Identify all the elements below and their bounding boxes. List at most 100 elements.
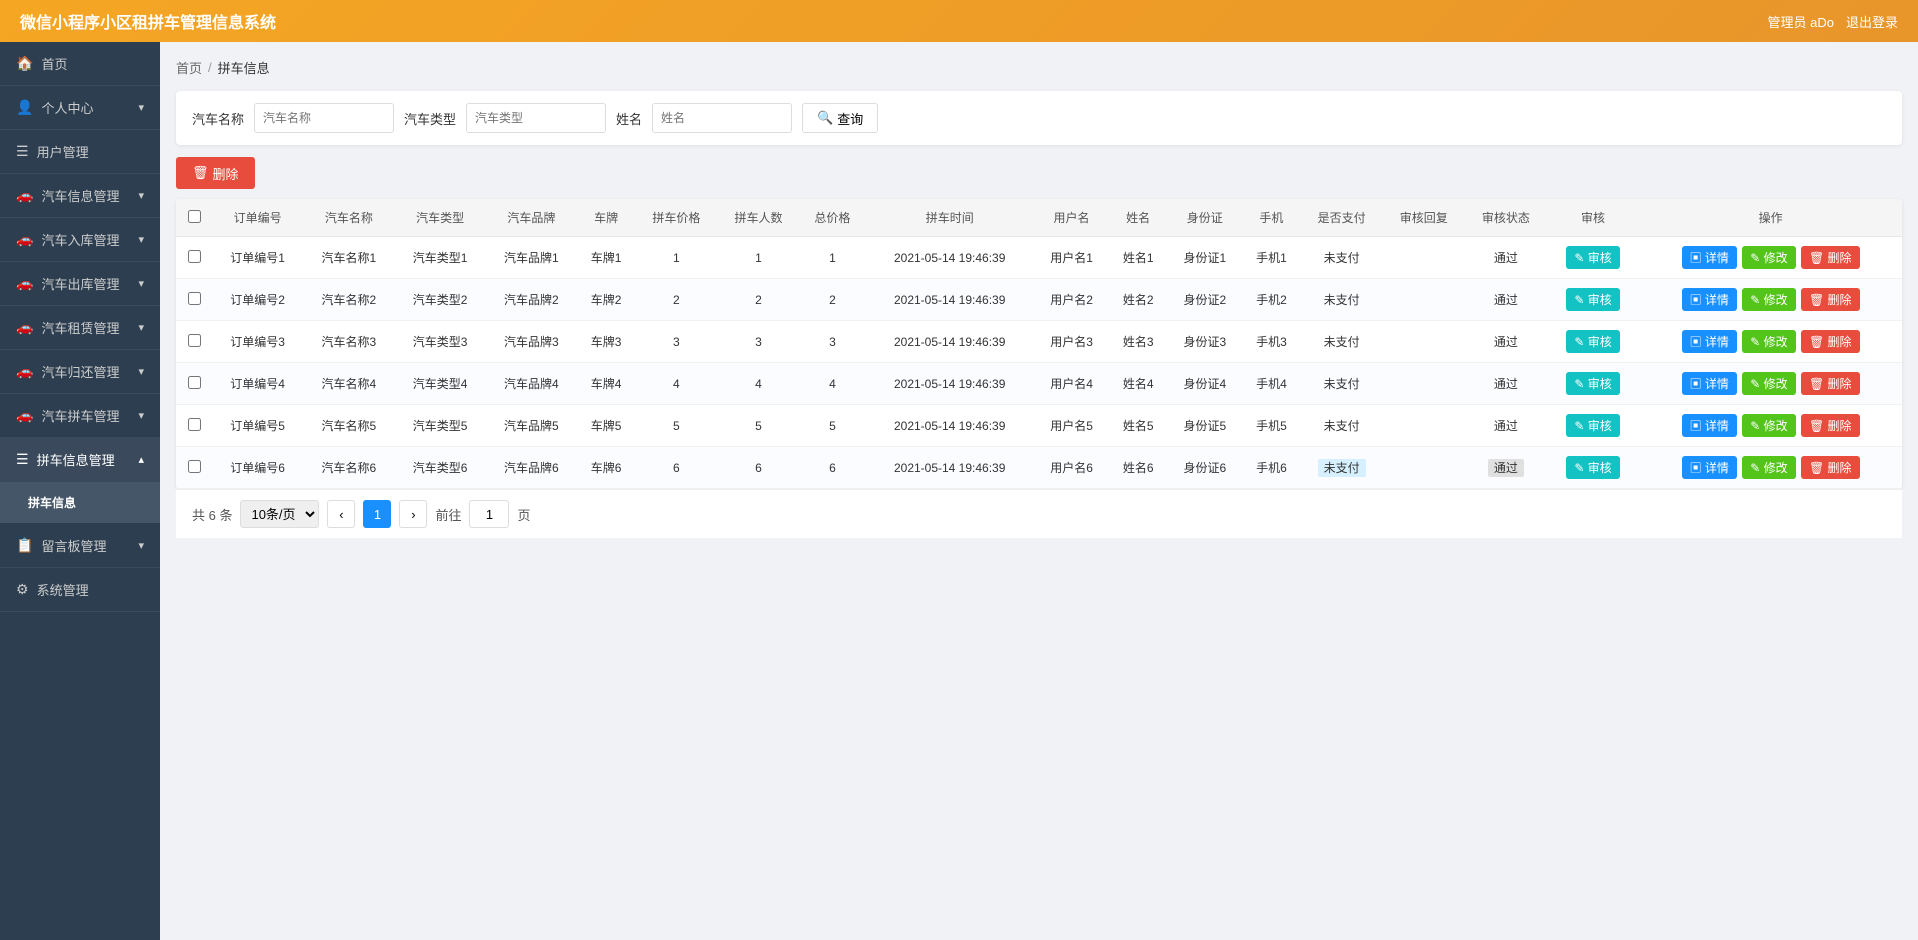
edit-button[interactable]: ✎ 修改 (1742, 372, 1795, 395)
cell-total: 5 (800, 405, 866, 447)
row-checkbox[interactable] (188, 292, 201, 305)
sidebar-item-car-out[interactable]: 🚗 汽车出库管理 ▾ (0, 262, 160, 306)
del-button[interactable]: 🗑 删除 (1801, 414, 1860, 437)
cell-username: 用户名5 (1034, 405, 1109, 447)
del-button[interactable]: 🗑 删除 (1801, 330, 1860, 353)
chevron-icon9: ▾ (138, 539, 144, 552)
audit-button[interactable]: ✎ 审核 (1566, 288, 1619, 311)
edit-button[interactable]: ✎ 修改 (1742, 414, 1795, 437)
sidebar-item-car-rent[interactable]: 🚗 汽车租赁管理 ▾ (0, 306, 160, 350)
cell-time: 2021-05-14 19:46:39 (865, 279, 1034, 321)
breadcrumb-home[interactable]: 首页 (176, 58, 202, 77)
del-button[interactable]: 🗑 删除 (1801, 288, 1860, 311)
sidebar-pool-info-label: 拼车信息管理 (37, 450, 115, 469)
profile-icon: 👤 (16, 99, 33, 116)
car-info-icon: 🚗 (16, 187, 33, 204)
cell-paid: 未支付 (1301, 321, 1383, 363)
delete-icon: 🗑 (192, 165, 209, 181)
detail-button[interactable]: ▣ 详情 (1682, 330, 1737, 353)
next-page-button[interactable]: › (399, 500, 427, 528)
sidebar-car-rent-label: 汽车租赁管理 (41, 318, 119, 337)
row-checkbox[interactable] (188, 460, 201, 473)
chevron-icon3: ▾ (138, 233, 144, 246)
sidebar-profile-label: 个人中心 (41, 98, 93, 117)
name-input[interactable] (652, 103, 792, 133)
detail-button[interactable]: ▣ 详情 (1682, 372, 1737, 395)
cell-name: 姓名4 (1109, 363, 1167, 405)
cell-count: 5 (717, 405, 799, 447)
detail-button[interactable]: ▣ 详情 (1682, 288, 1737, 311)
detail-button[interactable]: ▣ 详情 (1682, 246, 1737, 269)
row-checkbox[interactable] (188, 418, 201, 431)
sidebar-item-car-in[interactable]: 🚗 汽车入库管理 ▾ (0, 218, 160, 262)
cell-reply (1383, 321, 1465, 363)
edit-button[interactable]: ✎ 修改 (1742, 456, 1795, 479)
audit-button[interactable]: ✎ 审核 (1566, 372, 1619, 395)
del-button[interactable]: 🗑 删除 (1801, 372, 1860, 395)
cell-count: 4 (717, 363, 799, 405)
row-checkbox[interactable] (188, 376, 201, 389)
sidebar-sys-mgmt-label: 系统管理 (37, 580, 89, 599)
cell-car-name: 汽车名称3 (303, 321, 394, 363)
edit-button[interactable]: ✎ 修改 (1742, 288, 1795, 311)
row-checkbox[interactable] (188, 334, 201, 347)
audit-button[interactable]: ✎ 审核 (1566, 246, 1619, 269)
audit-button[interactable]: ✎ 审核 (1566, 330, 1619, 353)
edit-button[interactable]: ✎ 修改 (1742, 330, 1795, 353)
th-reply: 审核回复 (1383, 199, 1465, 237)
sidebar-item-board-mgmt[interactable]: 📋 留言板管理 ▾ (0, 524, 160, 568)
del-button[interactable]: 🗑 删除 (1801, 456, 1860, 479)
chevron-icon6: ▾ (138, 365, 144, 378)
cell-car-type: 汽车类型4 (394, 363, 485, 405)
breadcrumb-sep: / (208, 60, 212, 75)
delete-batch-button[interactable]: 🗑 删除 (176, 157, 255, 189)
sidebar-car-out-label: 汽车出库管理 (41, 274, 119, 293)
filter-row: 汽车名称 汽车类型 姓名 🔍 查询 (176, 91, 1902, 145)
audit-button[interactable]: ✎ 审核 (1566, 414, 1619, 437)
cell-audit: ✎ 审核 (1547, 363, 1639, 405)
car-name-input[interactable] (254, 103, 394, 133)
sidebar-item-profile[interactable]: 👤 个人中心 ▾ (0, 86, 160, 130)
sidebar-item-car-return[interactable]: 🚗 汽车归还管理 ▾ (0, 350, 160, 394)
cell-operation: ▣ 详情 ✎ 修改 🗑 删除 (1639, 405, 1902, 447)
table-row: 订单编号2 汽车名称2 汽车类型2 汽车品牌2 车牌2 2 2 2 2021-0… (176, 279, 1902, 321)
row-checkbox[interactable] (188, 250, 201, 263)
cell-price: 2 (635, 279, 717, 321)
detail-button[interactable]: ▣ 详情 (1682, 414, 1737, 437)
sidebar-item-user-mgmt[interactable]: ☰ 用户管理 (0, 130, 160, 174)
cell-total: 4 (800, 363, 866, 405)
per-page-select[interactable]: 10条/页 20条/页 50条/页 (240, 500, 319, 528)
cell-idcard: 身份证6 (1167, 447, 1242, 489)
goto-suffix: 页 (517, 505, 530, 524)
sidebar-item-car-pool[interactable]: 🚗 汽车拼车管理 ▾ (0, 394, 160, 438)
sidebar-item-car-info[interactable]: 🚗 汽车信息管理 ▾ (0, 174, 160, 218)
edit-button[interactable]: ✎ 修改 (1742, 246, 1795, 269)
cell-car-brand: 汽车品牌6 (486, 447, 577, 489)
cell-car-type: 汽车类型5 (394, 405, 485, 447)
select-all-checkbox[interactable] (188, 210, 201, 223)
detail-button[interactable]: ▣ 详情 (1682, 456, 1737, 479)
goto-page-input[interactable] (469, 500, 509, 528)
car-return-icon: 🚗 (16, 363, 33, 380)
cell-audit: ✎ 审核 (1547, 279, 1639, 321)
query-button[interactable]: 🔍 查询 (802, 103, 878, 133)
prev-page-button[interactable]: ‹ (327, 500, 355, 528)
sidebar-item-home[interactable]: 🏠 首页 (0, 42, 160, 86)
page-1-button[interactable]: 1 (363, 500, 391, 528)
cell-plate: 车牌2 (577, 279, 635, 321)
logout-btn[interactable]: 退出登录 (1846, 12, 1898, 31)
audit-button[interactable]: ✎ 审核 (1566, 456, 1619, 479)
sidebar-item-pool-info-sub[interactable]: 拼车信息 (0, 482, 160, 524)
cell-car-type: 汽车类型3 (394, 321, 485, 363)
board-mgmt-icon: 📋 (16, 537, 33, 554)
sidebar-item-sys-mgmt[interactable]: ⚙ 系统管理 (0, 568, 160, 612)
chevron-icon: ▾ (138, 101, 144, 114)
car-type-input[interactable] (466, 103, 606, 133)
cell-count: 2 (717, 279, 799, 321)
sys-mgmt-icon: ⚙ (16, 581, 29, 598)
cell-phone: 手机3 (1242, 321, 1300, 363)
sidebar-item-pool-info[interactable]: ☰ 拼车信息管理 ▴ (0, 438, 160, 482)
table-row: 订单编号6 汽车名称6 汽车类型6 汽车品牌6 车牌6 6 6 6 2021-0… (176, 447, 1902, 489)
del-button[interactable]: 🗑 删除 (1801, 246, 1860, 269)
th-total: 总价格 (800, 199, 866, 237)
